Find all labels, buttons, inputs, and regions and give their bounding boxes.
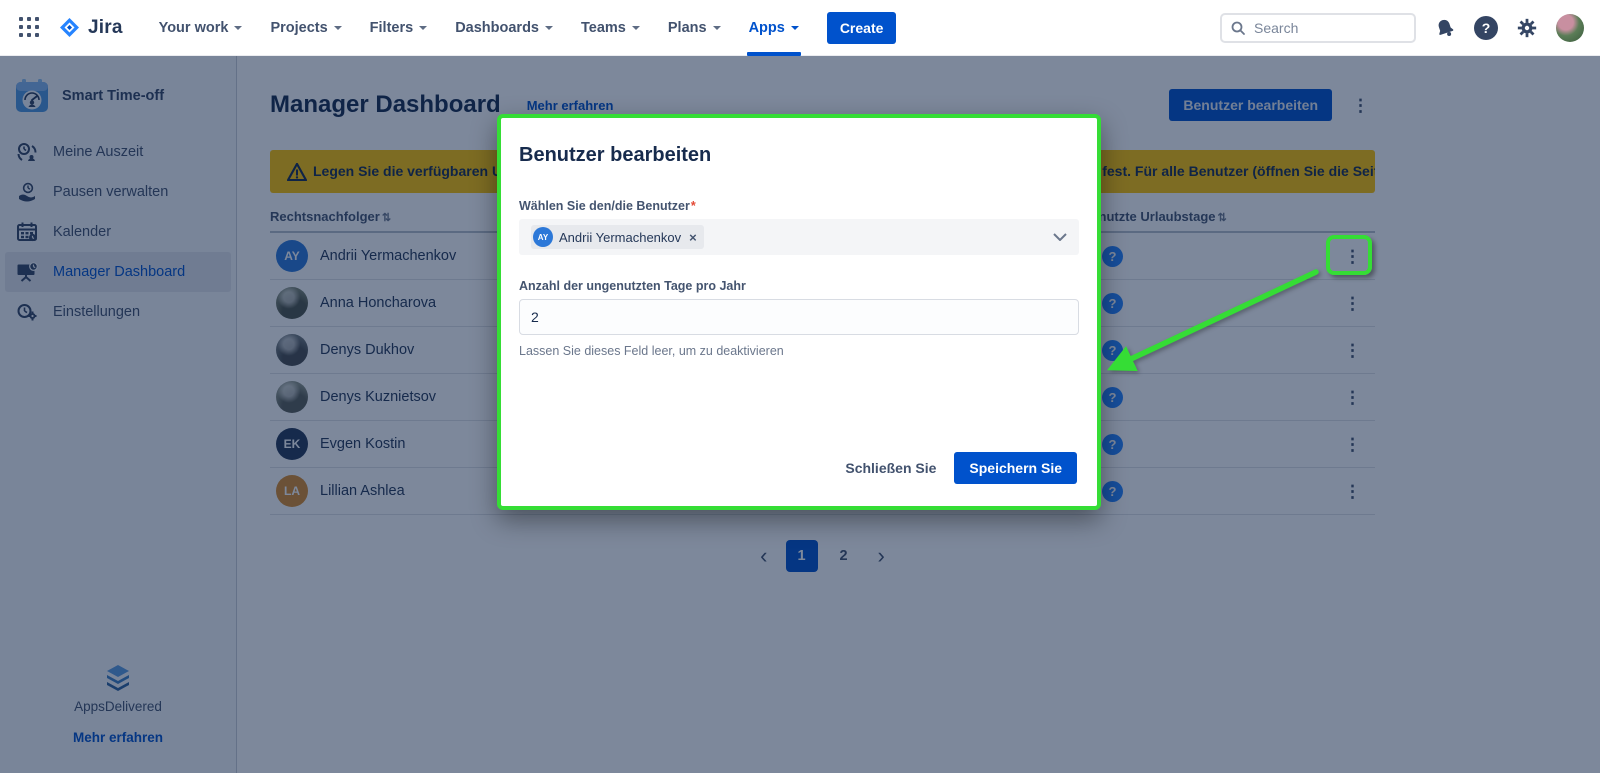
nav-dashboards[interactable]: Dashboards [445, 0, 563, 56]
settings-gear-icon[interactable] [1516, 17, 1538, 39]
chip-user-name: Andrii Yermachenkov [559, 230, 681, 245]
top-navigation: Jira Your work Projects Filters Dashboar… [0, 0, 1600, 56]
chevron-down-icon [632, 26, 640, 34]
notifications-bell-icon[interactable] [1434, 17, 1456, 39]
days-input-helper: Lassen Sie dieses Feld leer, um zu deakt… [519, 344, 1079, 358]
chevron-down-icon [334, 26, 342, 34]
modal-title: Benutzer bearbeiten [519, 144, 1079, 167]
close-button[interactable]: Schließen Sie [833, 452, 948, 484]
chip-avatar: AY [533, 227, 553, 247]
days-input[interactable] [519, 299, 1079, 335]
search-icon [1230, 20, 1246, 36]
app-switcher-icon[interactable] [18, 16, 42, 40]
user-select[interactable]: AY Andrii Yermachenkov × [519, 219, 1079, 255]
jira-page: Jira Your work Projects Filters Dashboar… [0, 0, 1600, 773]
jira-logo-text: Jira [88, 17, 123, 39]
nav-teams[interactable]: Teams [571, 0, 650, 56]
jira-logo[interactable]: Jira [58, 16, 123, 40]
main-nav: Your work Projects Filters Dashboards Te… [149, 0, 897, 56]
nav-right-cluster: ? [1220, 0, 1584, 56]
days-input-label: Anzahl der ungenutzten Tage pro Jahr [519, 279, 1079, 293]
chevron-down-icon [419, 26, 427, 34]
nav-plans[interactable]: Plans [658, 0, 731, 56]
chevron-down-icon [1053, 233, 1067, 241]
chevron-down-icon [713, 26, 721, 34]
create-button[interactable]: Create [827, 12, 897, 44]
chevron-down-icon [791, 26, 799, 34]
chip-remove-icon[interactable]: × [689, 230, 697, 245]
user-avatar[interactable] [1556, 14, 1584, 42]
nav-your-work[interactable]: Your work [149, 0, 253, 56]
user-select-label: Wählen Sie den/die Benutzer* [519, 199, 1079, 213]
chevron-down-icon [545, 26, 553, 34]
required-marker: * [691, 199, 696, 213]
nav-projects[interactable]: Projects [260, 0, 351, 56]
help-icon[interactable]: ? [1474, 16, 1498, 40]
chevron-down-icon [234, 26, 242, 34]
annotation-arrow [1080, 258, 1340, 388]
nav-filters[interactable]: Filters [360, 0, 438, 56]
search-input[interactable] [1254, 20, 1394, 36]
jira-logo-icon [58, 16, 82, 40]
nav-apps[interactable]: Apps [739, 0, 809, 56]
search-box[interactable] [1220, 13, 1416, 43]
selected-user-chip: AY Andrii Yermachenkov × [531, 225, 704, 249]
edit-user-modal: Benutzer bearbeiten Wählen Sie den/die B… [497, 114, 1101, 510]
modal-actions: Schließen Sie Speichern Sie [833, 452, 1077, 484]
save-button[interactable]: Speichern Sie [954, 452, 1077, 484]
